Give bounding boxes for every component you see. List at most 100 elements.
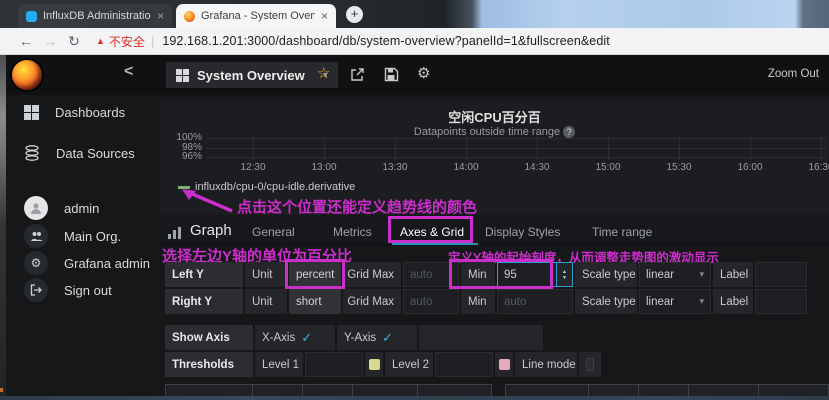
unit-value-dropdown[interactable]: percent <box>289 262 341 287</box>
tab-general[interactable]: General <box>252 225 295 239</box>
min-input[interactable] <box>498 263 556 286</box>
tab-time-range[interactable]: Time range <box>592 225 652 239</box>
new-tab-button[interactable]: + <box>346 6 363 23</box>
tab-metrics[interactable]: Metrics <box>333 225 372 239</box>
active-tab-underline <box>392 243 478 245</box>
sidebar-item-main-org[interactable]: Main Org. ▾ <box>24 224 170 248</box>
url-text[interactable]: 192.168.1.201:3000/dashboard/db/system-o… <box>162 34 610 48</box>
unit-value-dropdown[interactable]: short <box>289 289 341 314</box>
sidebar-item-admin[interactable]: admin <box>24 196 99 220</box>
sidebar-item-dashboards[interactable]: Dashboards <box>24 105 125 120</box>
help-icon[interactable]: ? <box>563 126 575 138</box>
sidebar-item-label: Sign out <box>64 283 112 298</box>
security-warning-label[interactable]: 不安全 <box>109 33 145 50</box>
sidebar-item-data-sources[interactable]: Data Sources <box>24 145 135 161</box>
dashboard-picker-button[interactable]: System Overview ▾ <box>166 62 338 88</box>
zoom-out-button[interactable]: Zoom Out <box>768 68 819 80</box>
share-icon[interactable] <box>350 67 365 82</box>
unit-label: Unit <box>245 289 287 314</box>
sidebar-item-grafana-admin[interactable]: ⚙ Grafana admin <box>24 251 150 275</box>
y-axis-toggle[interactable]: Y-Axis ✓ <box>337 325 417 350</box>
min-input-group: ▲ ▼ <box>497 262 573 287</box>
level1-color-swatch[interactable] <box>369 359 380 370</box>
x-axis-tick: 15:30 <box>657 162 701 173</box>
step-down-icon[interactable]: ▼ <box>562 275 567 281</box>
select-value: linear <box>646 296 674 308</box>
scale-type-select[interactable]: linear ▾ <box>639 289 711 314</box>
level2-label: Level 2 <box>385 352 433 377</box>
cell-divider <box>638 384 639 396</box>
level1-input[interactable] <box>305 352 363 377</box>
gridline <box>206 148 827 149</box>
influxdb-favicon-icon <box>26 11 37 22</box>
editor-panel-type: Graph <box>190 222 232 239</box>
gridline <box>679 137 680 160</box>
sidebar-collapse-chevron[interactable]: < <box>124 63 133 81</box>
legend-color-swatch[interactable] <box>178 186 190 189</box>
grid-icon <box>24 105 39 120</box>
level2-color-swatch[interactable] <box>499 359 510 370</box>
line-mode-checkbox[interactable] <box>586 358 594 371</box>
annotation-legend-note: 点击这个位置还能定义趋势线的颜色 <box>237 196 477 217</box>
cell-divider <box>302 384 303 396</box>
scale-type-label: Scale type <box>575 262 637 287</box>
gear-icon[interactable]: ⚙ <box>417 64 430 82</box>
row-label: Show Axis <box>165 325 253 350</box>
avatar <box>24 196 48 220</box>
tab-close-icon[interactable]: × <box>321 9 328 23</box>
tab-axes-grid[interactable]: Axes & Grid <box>400 225 464 239</box>
sidebar-item-label: Data Sources <box>56 146 135 161</box>
panel-title[interactable]: 空闲CPU百分百 <box>160 107 829 126</box>
show-axis-row: Show Axis X-Axis ✓ Y-Axis ✓ <box>165 325 545 350</box>
sidebar-item-sign-out[interactable]: Sign out <box>24 278 112 302</box>
grid-max-input[interactable] <box>403 289 459 314</box>
line-mode-cell <box>579 352 601 377</box>
grid-max-input[interactable] <box>403 262 459 287</box>
sidebar-item-label: Main Org. <box>64 229 121 244</box>
right-y-row: Right Y Unit short Grid Max Min Scale ty… <box>165 289 809 314</box>
y-axis-tick: 96% <box>162 151 202 162</box>
thresholds-row: Thresholds Level 1 Level 2 Line mode <box>165 352 603 377</box>
security-warning-icon: ▲ <box>96 36 105 46</box>
gridline <box>206 138 827 139</box>
legend-item[interactable]: influxdb/cpu-0/cpu-idle.derivative <box>178 181 355 193</box>
unit-label: Unit <box>245 262 287 287</box>
x-axis-tick: 16:30 <box>799 162 829 173</box>
back-icon[interactable]: ← <box>14 33 38 49</box>
cell-divider <box>352 384 353 396</box>
label-input[interactable] <box>755 289 807 314</box>
divider: | <box>151 34 154 49</box>
chevron-down-icon: ▾ <box>699 296 704 307</box>
x-axis-toggle[interactable]: X-Axis ✓ <box>255 325 335 350</box>
cutoff-table <box>505 384 829 396</box>
label-input[interactable] <box>755 262 807 287</box>
save-icon[interactable] <box>384 67 399 82</box>
gridline <box>395 137 396 160</box>
x-axis-tick: 13:30 <box>373 162 417 173</box>
level2-color-cell[interactable] <box>495 352 513 377</box>
tab-display-styles[interactable]: Display Styles <box>485 225 560 239</box>
browser-tab-grafana[interactable]: Grafana - System Overview × <box>176 4 336 28</box>
sidebar-item-label: Grafana admin <box>64 256 150 271</box>
legend-series-label[interactable]: influxdb/cpu-0/cpu-idle.derivative <box>195 181 355 193</box>
cell-divider <box>417 384 418 396</box>
star-icon[interactable]: ☆ <box>317 64 330 82</box>
level1-color-cell[interactable] <box>365 352 383 377</box>
number-stepper[interactable]: ▲ ▼ <box>556 263 572 286</box>
level2-input[interactable] <box>435 352 493 377</box>
scale-type-select[interactable]: linear ▾ <box>639 262 711 287</box>
x-axis-tick: 14:30 <box>515 162 559 173</box>
checkmark-icon: ✓ <box>382 330 393 346</box>
refresh-icon[interactable]: ↻ <box>62 33 86 50</box>
min-label: Min <box>461 262 495 287</box>
browser-tab-influxdb[interactable]: InfluxDB Administration × <box>18 4 172 28</box>
cell-divider <box>688 384 689 396</box>
notice-text: Datapoints outside time range <box>414 126 560 138</box>
tab-close-icon[interactable]: × <box>157 9 164 23</box>
forward-icon[interactable]: → <box>38 33 62 49</box>
min-input[interactable] <box>497 289 573 314</box>
gridline <box>324 137 325 160</box>
left-y-row: Left Y Unit percent Grid Max Min ▲ ▼ Sca… <box>165 262 809 287</box>
grafana-favicon-icon <box>184 11 195 22</box>
grafana-logo[interactable] <box>12 60 42 90</box>
